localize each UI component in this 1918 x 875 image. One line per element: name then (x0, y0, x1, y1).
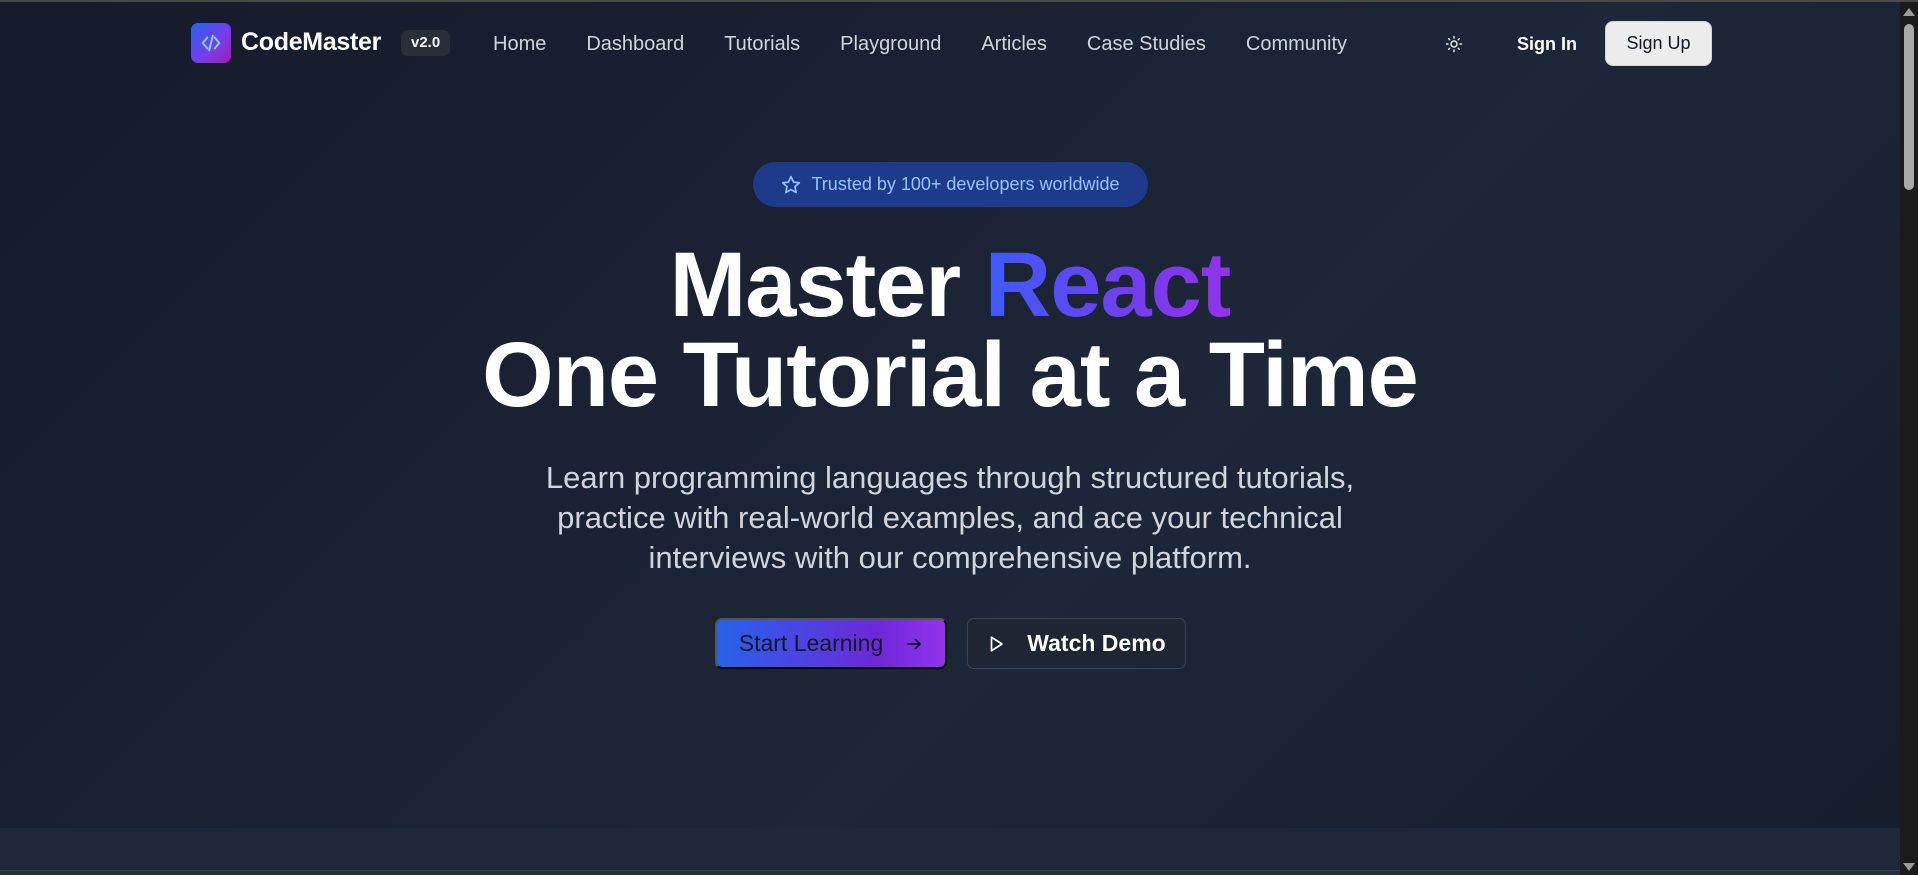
nav-link-community[interactable]: Community (1246, 32, 1347, 56)
trust-badge-text: Trusted by 100+ developers worldwide (811, 174, 1120, 194)
scrollbar-thumb[interactable] (1904, 24, 1914, 190)
page: CodeMaster v2.0 Home Dashboard Tutorials… (0, 0, 1918, 875)
star-icon (782, 175, 801, 193)
sign-up-button[interactable]: Sign Up (1605, 21, 1712, 66)
headline-prefix: Master (669, 234, 962, 336)
nav-link-tutorials[interactable]: Tutorials (724, 32, 800, 56)
headline-accent: React (984, 234, 1232, 336)
nav-link-dashboard[interactable]: Dashboard (586, 32, 684, 56)
vertical-scrollbar[interactable] (1900, 2, 1918, 875)
start-learning-label: Start Learning (738, 630, 884, 656)
horizontal-scrollbar-track[interactable] (0, 870, 1900, 875)
cta-row: Start Learning Watch Demo (0, 618, 1900, 669)
watch-demo-button[interactable]: Watch Demo (967, 618, 1186, 669)
theme-toggle-sun-icon[interactable] (1441, 31, 1467, 57)
logo-code-icon[interactable] (191, 23, 231, 63)
headline-line2: One Tutorial at a Time (482, 324, 1419, 426)
nav-link-articles[interactable]: Articles (981, 32, 1047, 56)
watch-demo-label: Watch Demo (1027, 630, 1166, 656)
scroll-down-arrow-icon[interactable] (1903, 863, 1915, 871)
version-badge: v2.0 (401, 30, 451, 56)
trust-badge: Trusted by 100+ developers worldwide (753, 162, 1148, 207)
arrow-right-icon (907, 638, 922, 649)
nav-link-playground[interactable]: Playground (840, 32, 941, 56)
nav-link-case-studies[interactable]: Case Studies (1087, 32, 1206, 56)
start-learning-button[interactable]: Start Learning (715, 618, 947, 669)
hero-headline: Master React One Tutorial at a Time (0, 239, 1900, 421)
nav-link-home[interactable]: Home (493, 32, 546, 56)
top-navigation: CodeMaster v2.0 Home Dashboard Tutorials… (0, 2, 1900, 84)
sign-in-link[interactable]: Sign In (1517, 32, 1577, 56)
nav-links: Home Dashboard Tutorials Playground Arti… (493, 32, 1387, 56)
next-section (0, 828, 1900, 875)
play-icon (990, 635, 1004, 652)
hero-subtitle: Learn programming languages through stru… (545, 460, 1355, 575)
scroll-up-arrow-icon[interactable] (1903, 8, 1915, 16)
brand-name[interactable]: CodeMaster (241, 28, 381, 57)
